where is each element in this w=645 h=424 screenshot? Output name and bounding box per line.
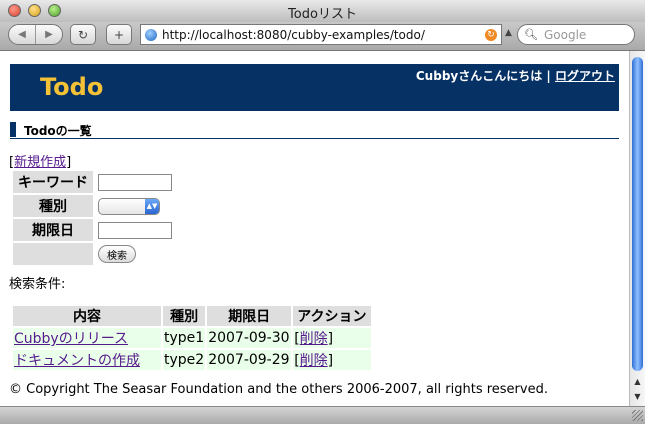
type-select[interactable]: ▲▼	[98, 197, 160, 215]
window-title: Todoリスト	[288, 7, 357, 22]
empty-label-cell	[13, 243, 93, 265]
logout-link[interactable]: ログアウト	[555, 69, 615, 83]
resize-grip-icon[interactable]	[632, 410, 643, 421]
greeting-text: Cubbyさんこんにちは	[415, 69, 543, 83]
delete-link[interactable]: 削除	[300, 331, 328, 347]
forward-button[interactable]: ▶	[35, 25, 62, 44]
window-titlebar: Todoリスト	[0, 0, 645, 22]
table-row: ドキュメントの作成 type2 2007-09-29 [削除]	[13, 350, 371, 370]
back-button[interactable]: ◀	[9, 25, 35, 44]
delete-link[interactable]: 削除	[300, 353, 328, 369]
rss-icon[interactable]: ↻	[485, 28, 497, 41]
search-button[interactable]: 検索	[98, 245, 136, 263]
section-marker	[10, 122, 16, 137]
date-label: 期限日	[13, 219, 93, 241]
todo-action: [削除]	[293, 350, 371, 370]
section-heading: Todoの一覧	[10, 122, 619, 139]
todo-table: 内容 種別 期限日 アクション Cubbyのリリース type1 2007-09…	[11, 304, 373, 372]
page-content: Todo Cubbyさんこんにちは | ログアウト Todoの一覧 [新規作成]…	[0, 51, 629, 406]
status-bar	[0, 406, 645, 424]
type-label: 種別	[13, 195, 93, 217]
reload-button[interactable]: ↻	[70, 24, 96, 45]
bracket-close: ]	[327, 353, 334, 369]
bracket-close: ]	[66, 155, 72, 170]
browser-toolbar: ◀ ▶ ↻ + http://localhost:8080/cubby-exam…	[0, 22, 645, 51]
search-icon[interactable]: 🔍︎	[524, 28, 538, 41]
search-form: キーワード 種別 ▲▼ 期限日 検索	[11, 169, 177, 267]
todo-link[interactable]: ドキュメントの作成	[14, 353, 140, 369]
nav-buttons: ◀ ▶	[8, 24, 63, 45]
search-field[interactable]: 🔍︎ Google	[517, 24, 635, 45]
section-title: Todoの一覧	[24, 124, 92, 138]
globe-icon	[145, 28, 157, 41]
url-dropdown-icon[interactable]: ▲	[505, 28, 512, 38]
table-header-row: 内容 種別 期限日 アクション	[13, 306, 371, 326]
new-item-link[interactable]: 新規作成	[14, 155, 66, 170]
todo-link[interactable]: Cubbyのリリース	[14, 331, 128, 347]
search-placeholder: Google	[543, 27, 587, 42]
column-header-content: 内容	[13, 306, 161, 326]
todo-date: 2007-09-30	[207, 328, 292, 348]
date-input[interactable]	[98, 221, 172, 239]
conditions-label: 検索条件:	[9, 277, 66, 292]
site-logo: Todo	[40, 73, 104, 101]
todo-date: 2007-09-29	[207, 350, 292, 370]
bracket-close: ]	[327, 331, 334, 347]
table-row: Cubbyのリリース type1 2007-09-30 [削除]	[13, 328, 371, 348]
separator: |	[542, 69, 555, 83]
todo-type: type1	[163, 328, 206, 348]
todo-action: [削除]	[293, 328, 371, 348]
scroll-up-arrow-icon[interactable]: ▲	[630, 375, 645, 389]
scrollbar-thumb[interactable]	[632, 57, 643, 371]
todo-type: type2	[163, 350, 206, 370]
vertical-scrollbar[interactable]: ▲ ▼	[629, 51, 645, 406]
url-text[interactable]: http://localhost:8080/cubby-examples/tod…	[162, 28, 485, 42]
keyword-label: キーワード	[13, 171, 93, 193]
copyright-text: © Copyright The Seasar Foundation and th…	[9, 382, 548, 397]
column-header-type: 種別	[163, 306, 206, 326]
scroll-down-arrow-icon[interactable]: ▼	[630, 390, 645, 404]
new-item: [新規作成]	[9, 151, 71, 170]
user-info: Cubbyさんこんにちは | ログアウト	[416, 67, 615, 84]
column-header-action: アクション	[293, 306, 371, 326]
address-bar[interactable]: http://localhost:8080/cubby-examples/tod…	[140, 24, 502, 45]
column-header-date: 期限日	[207, 306, 292, 326]
keyword-input[interactable]	[98, 173, 172, 191]
site-header: Todo Cubbyさんこんにちは | ログアウト	[10, 64, 619, 111]
select-arrows-icon: ▲▼	[145, 198, 159, 214]
add-bookmark-button[interactable]: +	[106, 24, 132, 45]
